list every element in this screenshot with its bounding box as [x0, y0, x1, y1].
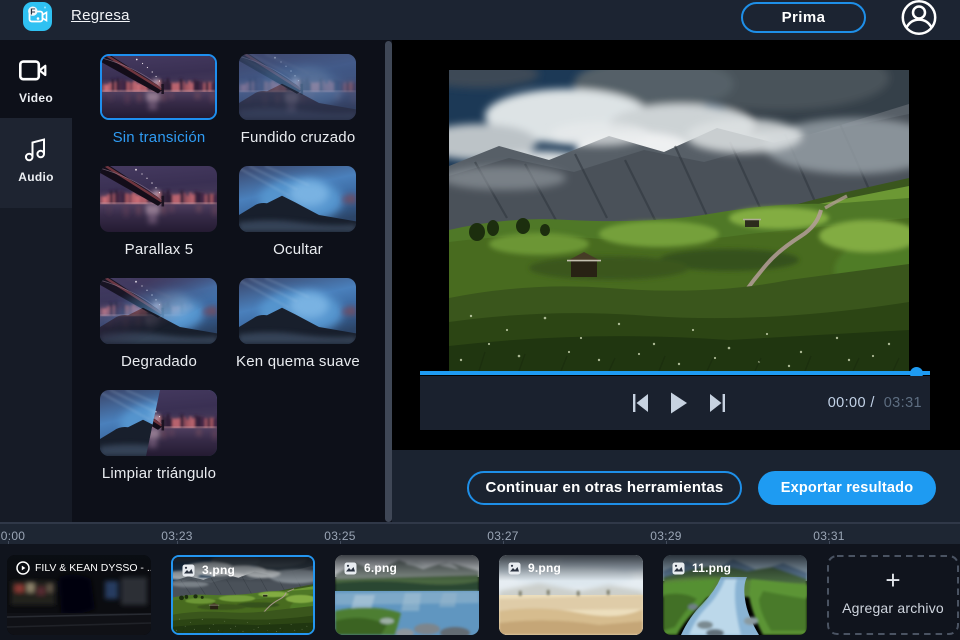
svg-text:F: F [30, 6, 35, 16]
